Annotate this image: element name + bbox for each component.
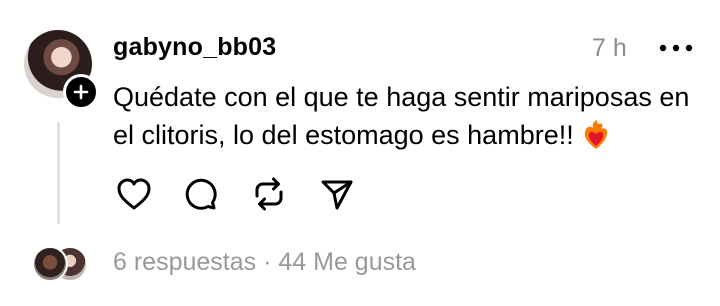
thread-line [57, 122, 60, 224]
comment-icon [185, 178, 217, 210]
like-button[interactable] [112, 172, 156, 216]
send-icon [321, 180, 353, 210]
plus-icon [73, 84, 89, 100]
post-timestamp: 7 h [592, 34, 627, 62]
share-button[interactable] [315, 172, 359, 216]
repost-icon [255, 177, 283, 211]
more-options-button[interactable] [656, 36, 696, 60]
comment-button[interactable] [178, 172, 222, 216]
replies-count[interactable]: 6 respuestas [113, 248, 256, 276]
replier-avatar [32, 246, 68, 282]
follow-button[interactable] [63, 74, 99, 110]
post-stats: 6 respuestas · 44 Me gusta [113, 248, 416, 277]
author-username[interactable]: gabyno_bb03 [113, 33, 276, 62]
likes-count[interactable]: 44 Me gusta [278, 248, 416, 276]
heart-icon [117, 178, 151, 210]
heart-on-fire-icon [582, 120, 610, 160]
post-text: Quédate con el que te haga sentir maripo… [113, 78, 703, 160]
stats-separator: · [263, 248, 272, 276]
repost-button[interactable] [247, 172, 291, 216]
more-horizontal-icon [659, 44, 693, 52]
